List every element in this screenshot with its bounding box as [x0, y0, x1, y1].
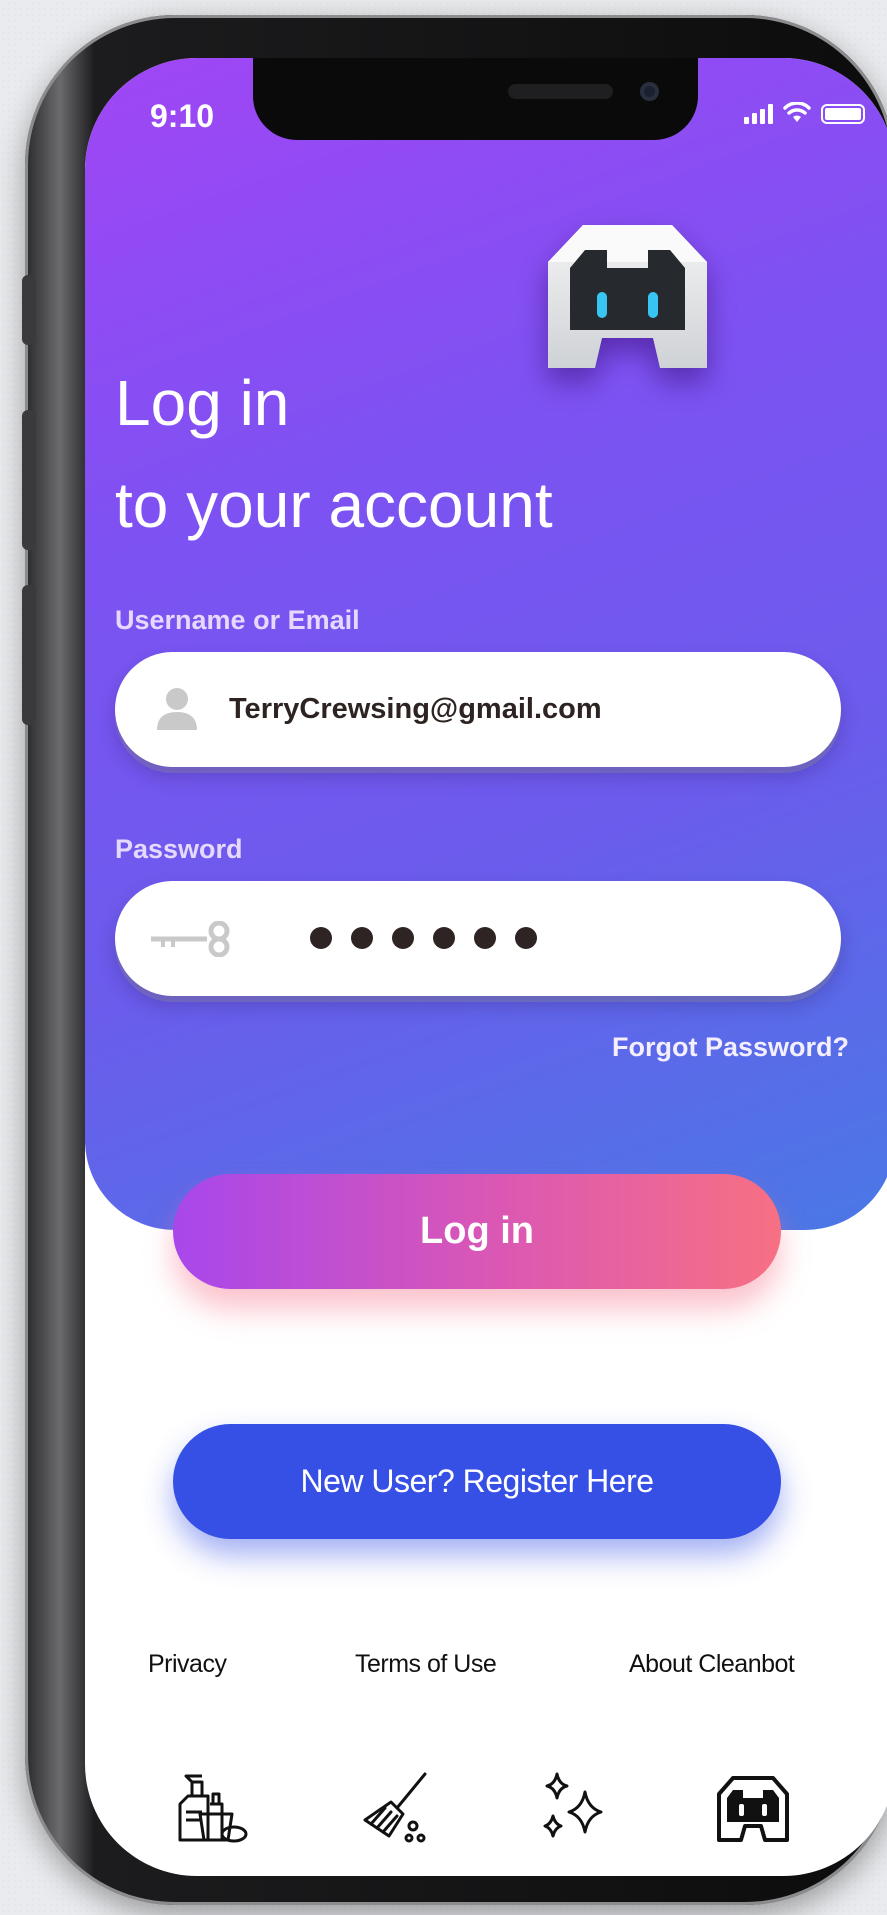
broom-icon[interactable] [355, 1768, 435, 1848]
sparkles-icon[interactable] [535, 1768, 615, 1848]
wifi-icon [783, 102, 811, 122]
privacy-link[interactable]: Privacy [148, 1650, 227, 1679]
about-link[interactable]: About Cleanbot [629, 1650, 795, 1679]
terms-link[interactable]: Terms of Use [355, 1650, 497, 1679]
username-label: Username or Email [115, 605, 360, 635]
cleaning-supplies-icon[interactable] [170, 1768, 250, 1848]
notch [253, 58, 698, 140]
password-field[interactable] [115, 881, 841, 996]
username-field[interactable]: TerryCrewsing@gmail.com [115, 652, 841, 767]
key-icon [151, 921, 230, 957]
user-icon [157, 688, 197, 730]
front-camera [640, 82, 659, 101]
password-label: Password [115, 834, 243, 864]
register-button[interactable]: New User? Register Here [173, 1424, 781, 1539]
cleanbot-tab-icon[interactable] [713, 1768, 793, 1848]
password-input[interactable] [310, 927, 537, 949]
mute-switch [22, 275, 36, 345]
volume-up-button [22, 410, 36, 550]
volume-down-button [22, 585, 36, 725]
forgot-password-link[interactable]: Forgot Password? [612, 1032, 849, 1063]
page-subtitle: to your account [115, 469, 553, 541]
status-time: 9:10 [150, 98, 215, 134]
page-title: Log in [115, 367, 290, 439]
username-input[interactable]: TerryCrewsing@gmail.com [229, 652, 789, 767]
cleanbot-logo-icon [548, 225, 707, 368]
login-button[interactable]: Log in [173, 1174, 781, 1289]
signal-icon [744, 104, 773, 124]
speaker [508, 84, 613, 99]
phone-screen: 9:10 Log in to your account Username or … [85, 58, 887, 1876]
battery-icon [821, 104, 865, 124]
status-icons [744, 102, 865, 124]
